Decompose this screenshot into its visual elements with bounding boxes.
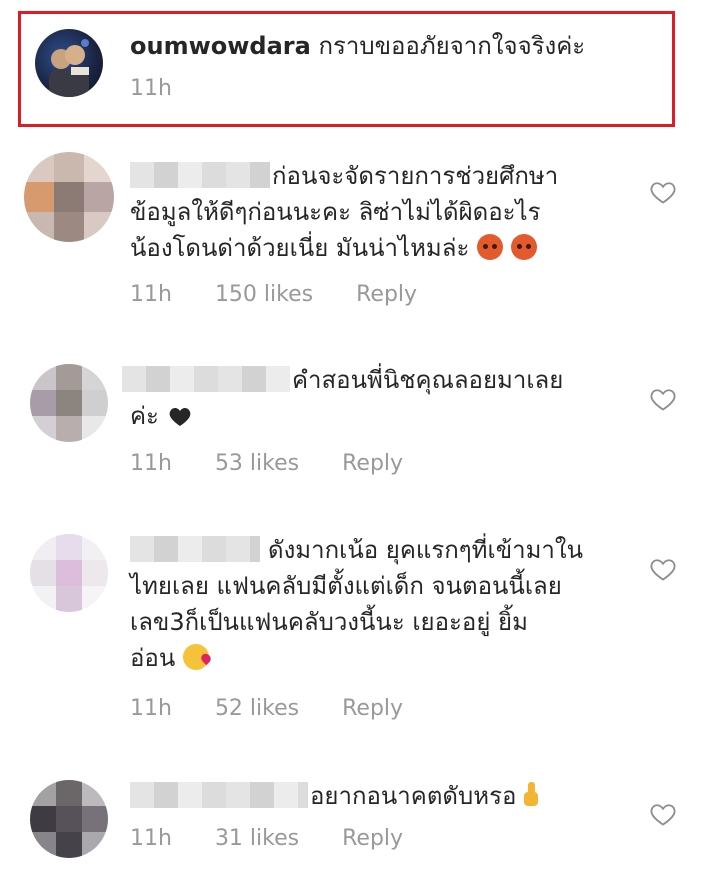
- comment-meta: 11h 52 likes Reply: [130, 696, 439, 721]
- comment-meta: 11h 150 likes Reply: [130, 282, 453, 307]
- comment-body: oumwowdara กราบขออภัยจากใจจริงค่ะ: [130, 28, 585, 64]
- comment-meta: 11h 53 likes Reply: [130, 451, 439, 476]
- comment-text-line: ข้อมูลให้ดีๆก่อนนะคะ ลิซ่าไม่ได้ผิดอะไร: [130, 198, 541, 226]
- likes-count[interactable]: 52 likes: [215, 696, 299, 721]
- heart-icon[interactable]: [649, 385, 677, 413]
- timestamp[interactable]: 11h: [130, 76, 172, 101]
- avatar[interactable]: [30, 780, 108, 858]
- angry-face-icon: [476, 234, 503, 260]
- comment-text-line: ไทยเลย แฟนคลับมีตั้งแต่เด็ก จนตอนนี้เลย: [130, 572, 562, 600]
- likes-count[interactable]: 31 likes: [215, 826, 299, 851]
- timestamp[interactable]: 11h: [130, 451, 172, 476]
- reply-button[interactable]: Reply: [356, 282, 417, 307]
- kissing-face-icon: [182, 644, 209, 670]
- blurred-username[interactable]: [130, 536, 260, 562]
- heart-icon[interactable]: [649, 555, 677, 583]
- reply-button[interactable]: Reply: [342, 696, 403, 721]
- angry-face-icon: [510, 234, 537, 260]
- heart-icon[interactable]: [649, 800, 677, 828]
- comment-body: คำสอนพี่นิชคุณลอยมาเลย ค่ะ: [122, 362, 642, 434]
- comment-text-line: น้องโดนด่าด้วยเนี่ย มันน่าไหมล่ะ: [130, 234, 470, 262]
- avatar[interactable]: [30, 534, 108, 612]
- reply-button[interactable]: Reply: [342, 826, 403, 851]
- comment-meta: 11h 31 likes Reply: [130, 826, 439, 851]
- heart-icon[interactable]: [649, 178, 677, 206]
- middle-finger-icon: [524, 782, 539, 808]
- username[interactable]: oumwowdara: [130, 32, 311, 60]
- comment-text-line: ดังมากเน้อ ยุคแรกๆที่เข้ามาใน: [268, 536, 584, 564]
- timestamp[interactable]: 11h: [130, 282, 172, 307]
- comment-text-line: ก่อนจะจัดรายการช่วยศึกษา: [272, 162, 559, 190]
- reply-button[interactable]: Reply: [342, 451, 403, 476]
- blurred-username[interactable]: [130, 162, 270, 188]
- likes-count[interactable]: 53 likes: [215, 451, 299, 476]
- comment-text-line: อยากอนาคตดับหรอ: [310, 782, 517, 810]
- comment-text-line: คำสอนพี่นิชคุณลอยมาเลย: [292, 366, 564, 394]
- comment-body: อยากอนาคตดับหรอ: [130, 778, 650, 814]
- comment-text-line: อ่อน: [130, 644, 176, 672]
- timestamp[interactable]: 11h: [130, 826, 172, 851]
- likes-count[interactable]: 150 likes: [215, 282, 313, 307]
- timestamp[interactable]: 11h: [130, 696, 172, 721]
- avatar[interactable]: [24, 152, 114, 242]
- heart-icon: [169, 408, 190, 426]
- comment-body: ก่อนจะจัดรายการช่วยศึกษา ข้อมูลให้ดีๆก่อ…: [130, 158, 650, 266]
- comment-text-line: ค่ะ: [130, 402, 159, 430]
- user-photo-icon[interactable]: [35, 29, 103, 97]
- comment-text: กราบขออภัยจากใจจริงค่ะ: [318, 32, 586, 60]
- blurred-username[interactable]: [130, 782, 308, 808]
- avatar[interactable]: [30, 364, 108, 442]
- comment-meta: 11h: [130, 76, 208, 101]
- comment-body: ดังมากเน้อ ยุคแรกๆที่เข้ามาใน ไทยเลย แฟน…: [130, 532, 650, 676]
- comment-text-line: เลข3ก็เป็นแฟนคลับวงนี้นะ เยอะอยู่ ยิ้ม: [130, 608, 528, 636]
- blurred-username[interactable]: [122, 366, 290, 392]
